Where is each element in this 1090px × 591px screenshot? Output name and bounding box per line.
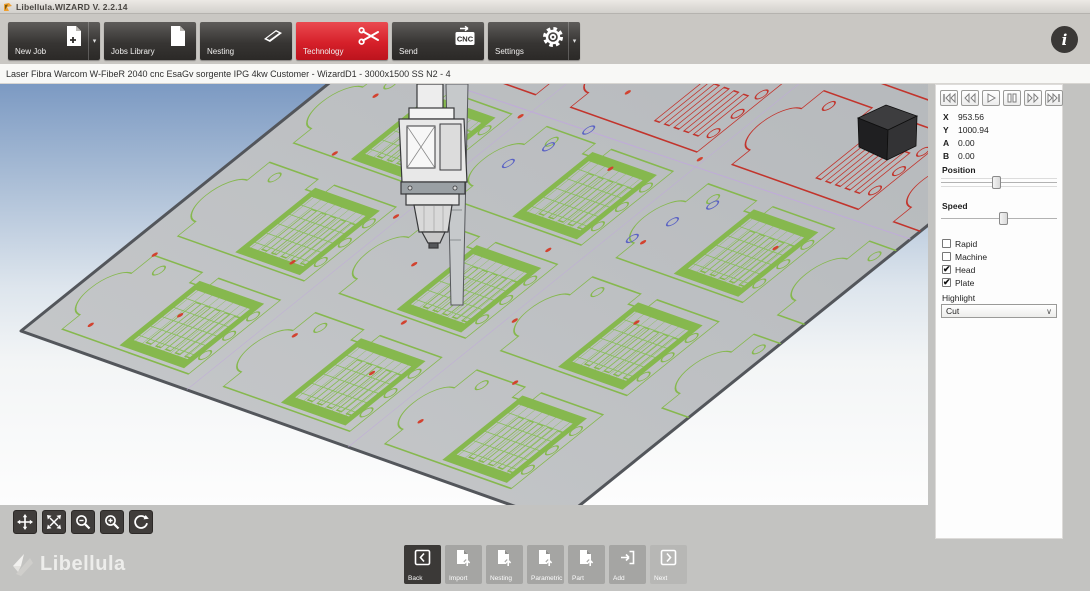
rapid-checkbox-box[interactable]	[942, 239, 951, 248]
import-button[interactable]: Import	[445, 545, 482, 584]
toolbar-button-new-job[interactable]: ▾ New Job	[8, 22, 100, 60]
play-button[interactable]	[982, 90, 1000, 106]
info-button[interactable]: i	[1051, 26, 1078, 53]
checkbox-head[interactable]: ✔ Head	[942, 263, 987, 276]
svg-text:CNC: CNC	[457, 35, 474, 44]
view-tools	[13, 510, 153, 534]
next-button[interactable]: Next	[650, 545, 687, 584]
simulation-panel: X953.56 Y1000.94 A0.00 B0.00 Position Sp…	[935, 84, 1063, 539]
position-slider[interactable]	[941, 175, 1057, 190]
toolbar-button-jobs-library[interactable]: Jobs Library	[104, 22, 196, 60]
pan-icon	[17, 514, 33, 530]
play-icon	[984, 93, 998, 103]
skip-to-start-button[interactable]	[940, 90, 958, 106]
parametric-page-icon	[537, 549, 554, 567]
import-page-icon	[455, 549, 472, 567]
skip-to-end-icon	[1047, 93, 1061, 103]
skip-to-start-icon	[942, 93, 956, 103]
checkbox-rapid[interactable]: Rapid	[942, 237, 987, 250]
back-icon	[414, 549, 431, 566]
new-job-page-plus-icon	[63, 25, 85, 47]
app-logo-icon	[3, 2, 13, 12]
zoom-in-button[interactable]	[100, 510, 124, 534]
playback-controls	[940, 90, 1063, 106]
rotate-view-button[interactable]	[129, 510, 153, 534]
settings-dropdown-arrow[interactable]: ▾	[568, 22, 580, 60]
highlight-dropdown[interactable]: Cut ∨	[941, 304, 1057, 318]
toolbar-button-nesting[interactable]: Nesting	[200, 22, 292, 60]
position-slider-thumb[interactable]	[992, 176, 1001, 189]
parametric-button[interactable]: Parametric	[527, 545, 564, 584]
logo-text: Libellula	[40, 553, 126, 576]
plate-checkbox-box[interactable]: ✔	[942, 278, 951, 287]
fast-forward-button[interactable]	[1024, 90, 1042, 106]
toolbar-button-settings[interactable]: ▾ Settings	[488, 22, 580, 60]
viewport-3d-scene[interactable]: LEFT	[0, 84, 928, 505]
x-coordinate-value: 953.56	[958, 112, 984, 122]
nesting-button[interactable]: Nesting	[486, 545, 523, 584]
fit-view-button[interactable]	[42, 510, 66, 534]
fast-forward-icon	[1026, 93, 1040, 103]
document-icon	[167, 25, 189, 47]
a-coordinate-value: 0.00	[958, 138, 975, 148]
checkbox-plate[interactable]: ✔ Plate	[942, 276, 987, 289]
y-coordinate-value: 1000.94	[958, 125, 989, 135]
pan-button[interactable]	[13, 510, 37, 534]
skip-to-end-button[interactable]	[1045, 90, 1063, 106]
title-bar: Libellula.WIZARD V. 2.2.14	[0, 0, 1090, 14]
highlight-label: Highlight	[942, 293, 975, 303]
checkbox-machine[interactable]: Machine	[942, 250, 987, 263]
dragonfly-icon	[10, 551, 36, 577]
nesting-page-icon	[496, 549, 513, 567]
zoom-in-icon	[104, 514, 120, 530]
b-coordinate-value: 0.00	[958, 151, 975, 161]
libellula-logo: Libellula	[10, 551, 126, 577]
sheet-icon	[261, 25, 285, 47]
speed-slider-thumb[interactable]	[999, 212, 1008, 225]
toolbar-button-technology[interactable]: Technology	[296, 22, 388, 60]
zoom-out-button[interactable]	[71, 510, 95, 534]
window-title: Libellula.WIZARD V. 2.2.14	[16, 2, 128, 12]
head-checkbox-box[interactable]: ✔	[942, 265, 951, 274]
rotate-view-icon	[133, 514, 149, 530]
fit-view-icon	[46, 514, 62, 530]
layer-visibility-checkboxes: Rapid Machine ✔ Head ✔ Plate	[942, 237, 987, 289]
speed-label: Speed	[942, 201, 968, 211]
viewport-3d[interactable]: LEFT	[0, 84, 928, 505]
rewind-button[interactable]	[961, 90, 979, 106]
machine-checkbox-box[interactable]	[942, 252, 951, 261]
toolbar-button-send[interactable]: CNC Send	[392, 22, 484, 60]
add-button[interactable]: Add	[609, 545, 646, 584]
back-button[interactable]: Back	[404, 545, 441, 584]
pause-button[interactable]	[1003, 90, 1021, 106]
part-button[interactable]: Part	[568, 545, 605, 584]
cnc-arrow-icon: CNC	[453, 25, 477, 49]
next-icon	[660, 549, 677, 566]
highlight-selected-value: Cut	[946, 306, 959, 316]
zoom-out-icon	[75, 514, 91, 530]
axis-coordinates: X953.56 Y1000.94 A0.00 B0.00	[943, 111, 989, 163]
machine-job-description: Laser Fibra Warcom W-FibeR 2040 cnc EsaG…	[0, 64, 451, 84]
rewind-icon	[963, 93, 977, 103]
status-bar: Laser Fibra Warcom W-FibeR 2040 cnc EsaG…	[0, 64, 1090, 84]
speed-slider[interactable]	[941, 211, 1057, 226]
info-icon: i	[1062, 31, 1068, 49]
position-label: Position	[942, 165, 976, 175]
chevron-down-icon: ∨	[1046, 306, 1052, 318]
pause-icon	[1005, 93, 1019, 103]
main-toolbar: ▾ New Job Jobs Library Nesting Technolog…	[0, 14, 1090, 64]
scissors-icon	[357, 25, 381, 47]
wizard-navigation: Back Import Nesting Parametric	[404, 545, 687, 584]
gear-icon	[541, 25, 565, 49]
part-page-icon	[578, 549, 595, 567]
new-job-dropdown-arrow[interactable]: ▾	[88, 22, 100, 60]
add-icon	[619, 549, 636, 566]
